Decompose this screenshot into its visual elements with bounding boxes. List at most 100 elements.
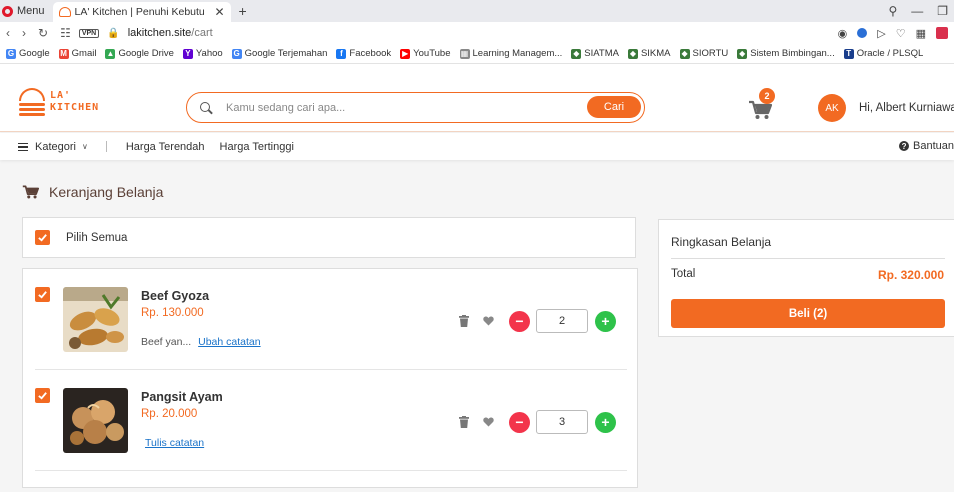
send-icon[interactable]: ▷ [877,27,885,40]
edit-note-link[interactable]: Ubah catatan [198,336,260,348]
cart-item: Beef Gyoza Rp. 130.000 Beef yan... Ubah … [23,269,637,369]
heart-bookmark-icon[interactable]: ♡ [896,27,906,40]
site-logo[interactable]: LA' KITCHEN [19,88,99,116]
write-note-link[interactable]: Tulis catatan [145,437,204,449]
new-tab-button[interactable]: + [231,3,255,19]
bookmark-item[interactable]: Y Yahoo [182,48,223,59]
bookmark-item[interactable]: G Google Terjemahan [231,48,328,59]
chevron-down-icon[interactable]: ∨ [82,142,88,151]
check-icon [38,234,47,242]
tab-title: LA' Kitchen | Penuhi Kebutu [74,6,205,18]
shield-icon[interactable] [857,28,868,38]
yahoo-icon: Y [182,48,193,59]
drive-icon: ▲ [105,48,116,59]
category-bar: Kategori ∨ Harga Terendah Harga Tertingg… [0,133,954,160]
increase-quantity-button[interactable]: + [595,310,616,332]
bookmark-label: SIKMA [640,48,671,59]
vpn-badge[interactable]: VPN [78,28,100,38]
address-bar: ‹ › ↻ ☷ VPN 🔒 lakitchen.site/cart ◉ ▷ ♡ … [0,22,954,44]
back-icon[interactable]: ‹ [6,26,10,40]
help-link[interactable]: ? Bantuan [899,140,954,152]
search-input[interactable] [226,101,566,114]
snapshot-icon[interactable]: ◉ [838,27,848,40]
url-field[interactable]: lakitchen.site/cart [128,27,213,39]
item-checkbox[interactable] [35,388,50,403]
help-label: Bantuan [913,140,954,152]
item-tools: − 2 + [459,309,616,333]
window-controls: ⚲ — ❐ [888,0,954,22]
hamburger-icon[interactable] [18,142,28,151]
restore-icon[interactable]: ❐ [937,4,948,18]
bookmark-item[interactable]: f Facebook [336,48,391,59]
bookmark-item[interactable]: ▶ YouTube [400,48,451,59]
browser-tab-active[interactable]: LA' Kitchen | Penuhi Kebutu ✕ [52,2,231,22]
category-dropdown[interactable]: Kategori [35,141,76,153]
total-label: Total [671,268,696,280]
bookmark-item[interactable]: ◆ Sistem Bimbingan... [737,48,835,59]
speed-dial-icon[interactable]: ☷ [60,26,71,40]
oracle-icon: T [843,48,854,59]
google-icon: G [6,48,16,59]
extensions-icon[interactable]: ▦ [916,27,926,40]
minimize-icon[interactable]: — [911,4,923,18]
bookmark-item[interactable]: G Google [6,48,50,59]
decrease-quantity-button[interactable]: − [509,411,530,433]
siatma-icon: ◆ [571,48,582,59]
sort-highest-price-link[interactable]: Harga Tertinggi [220,141,294,153]
product-image[interactable] [63,388,128,453]
bookmark-label: SIATMA [584,48,619,59]
summary-title: Ringkasan Belanja [671,235,772,249]
bookmark-label: Yahoo [195,48,223,59]
bookmark-item[interactable]: M Gmail [58,48,97,59]
product-name[interactable]: Beef Gyoza [141,289,209,303]
browser-search-icon[interactable]: ⚲ [888,4,897,18]
tab-close-icon[interactable]: ✕ [214,5,224,19]
bookmark-label: Google Terjemahan [244,48,328,59]
menu-label: Menu [17,5,45,17]
bookmark-item[interactable]: ◆ SIATMA [571,48,619,59]
bookmark-item[interactable]: ◆ SIKMA [627,48,671,59]
product-price: Rp. 130.000 [141,307,204,319]
wishlist-heart-icon[interactable] [483,417,494,427]
reload-icon[interactable]: ↻ [38,26,48,40]
bookmark-item[interactable]: ▲ Google Drive [105,48,174,59]
avatar[interactable]: AK [818,94,846,122]
bookmark-label: Oracle / PLSQL [856,48,924,59]
browser-menu-button[interactable]: Menu [0,5,53,17]
select-all-label: Pilih Semua [66,231,128,244]
forward-icon[interactable]: › [22,26,26,40]
cart-items-list: Beef Gyoza Rp. 130.000 Beef yan... Ubah … [22,268,638,488]
bookmark-item[interactable]: ▦ Learning Managem... [459,48,562,59]
select-all-checkbox[interactable] [35,230,50,245]
product-name[interactable]: Pangsit Ayam [141,390,223,404]
decrease-quantity-button[interactable]: − [509,310,530,332]
quantity-input[interactable]: 2 [536,309,588,333]
bookmark-label: SIORTU [692,48,729,59]
help-icon: ? [899,141,910,151]
bookmark-label: YouTube [413,48,451,59]
bookmark-item[interactable]: T Oracle / PLSQL [843,48,924,59]
checkout-button[interactable]: Beli (2) [671,299,945,328]
trash-icon[interactable] [459,315,469,327]
quantity-input[interactable]: 3 [536,410,588,434]
product-image[interactable] [63,287,128,352]
item-checkbox[interactable] [35,287,50,302]
youtube-icon: ▶ [400,48,411,59]
lock-icon[interactable]: 🔒 [107,28,119,39]
bookmark-label: Google Drive [118,48,174,59]
bookmark-label: Gmail [71,48,97,59]
total-value: Rp. 320.000 [877,268,944,282]
user-greeting[interactable]: Hi, Albert Kurniawan [859,102,954,114]
search-button[interactable]: Cari [587,96,641,118]
sort-lowest-price-link[interactable]: Harga Terendah [126,141,205,153]
increase-quantity-button[interactable]: + [595,411,616,433]
wishlist-heart-icon[interactable] [483,316,494,326]
url-host: lakitchen.site [127,27,192,39]
trash-icon[interactable] [459,416,469,428]
opera-logo-icon [2,5,13,17]
bookmarks-bar: G Google M Gmail ▲ Google Drive Y Yahoo G Google … [0,44,954,64]
extension-red-icon[interactable] [936,27,948,39]
bookmark-item[interactable]: ◆ SIORTU [679,48,729,59]
page-title: Keranjang Belanja [22,184,163,200]
cart-count-badge: 2 [759,88,775,104]
